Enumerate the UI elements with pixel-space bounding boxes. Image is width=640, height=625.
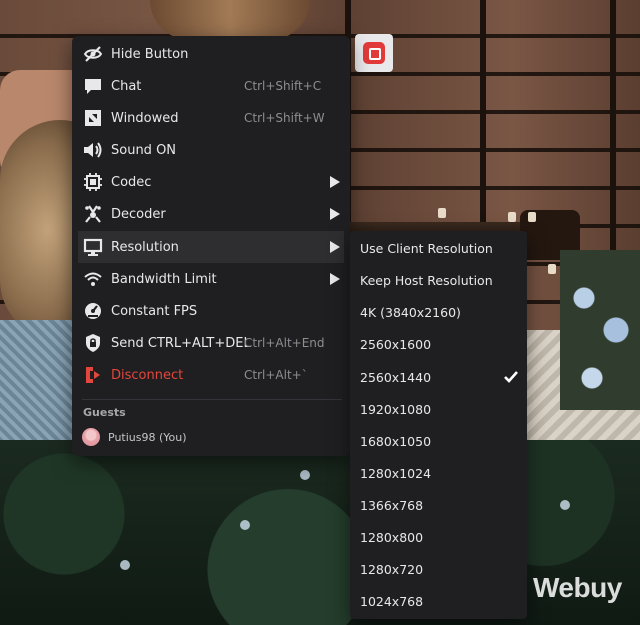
menu-item-decoder[interactable]: Decoder — [72, 198, 350, 230]
menu-item-label: Chat — [111, 78, 142, 94]
resolution-option-1366x768[interactable]: 1366x768 — [350, 489, 527, 521]
resolution-option-label: 4K (3840x2160) — [360, 304, 461, 320]
resolution-option-1920x1080[interactable]: 1920x1080 — [350, 393, 527, 425]
resolution-option-1680x1050[interactable]: 1680x1050 — [350, 425, 527, 457]
avatar — [82, 428, 100, 446]
gauge-icon — [82, 300, 104, 322]
menu-item-label: Windowed — [111, 110, 179, 126]
decoder-icon — [82, 203, 104, 225]
menu-item-disconnect[interactable]: Disconnect Ctrl+Alt+` — [72, 359, 350, 391]
menu-item-sound[interactable]: Sound ON — [72, 134, 350, 166]
menu-item-bandwidth-limit[interactable]: Bandwidth Limit — [72, 263, 350, 295]
menu-item-label: Send CTRL+ALT+DEL — [111, 335, 251, 351]
resolution-option-1280x720[interactable]: 1280x720 — [350, 553, 527, 585]
parsec-logo-icon — [363, 42, 385, 64]
submenu-arrow-icon — [330, 208, 340, 220]
guests-heading: Guests — [83, 406, 126, 419]
speaker-icon — [82, 139, 104, 161]
menu-item-shortcut: Ctrl+Shift+W — [244, 111, 325, 125]
menu-divider — [82, 399, 342, 400]
wifi-icon — [82, 268, 104, 290]
menu-item-resolution[interactable]: Resolution — [78, 231, 344, 263]
resolution-option-label: 1280x1024 — [360, 465, 432, 481]
tuning-peg — [528, 212, 536, 222]
flower-fleck — [120, 560, 130, 570]
menu-item-send-ctrl-alt-del[interactable]: Send CTRL+ALT+DEL Ctrl+Alt+End — [72, 327, 350, 359]
guest-name: Putius98 (You) — [108, 430, 187, 444]
menu-item-label: Bandwidth Limit — [111, 271, 217, 287]
tuning-peg — [438, 208, 446, 218]
resolution-option-1024x768[interactable]: 1024x768 — [350, 585, 527, 617]
submenu-arrow-icon — [330, 241, 340, 253]
watermark-logo: Webuy — [533, 572, 622, 603]
menu-item-label: Hide Button — [111, 46, 189, 62]
guest-entry[interactable]: Putius98 (You) — [82, 426, 187, 448]
menu-item-constant-fps[interactable]: Constant FPS — [72, 295, 350, 327]
resolution-option-1280x800[interactable]: 1280x800 — [350, 521, 527, 553]
resolution-option-label: 1280x720 — [360, 561, 424, 577]
tuning-peg — [508, 212, 516, 222]
menu-item-label: Codec — [111, 174, 152, 190]
chip-icon — [82, 171, 104, 193]
resolution-option-label: 2560x1600 — [360, 336, 432, 352]
menu-item-windowed[interactable]: Windowed Ctrl+Shift+W — [72, 102, 350, 134]
submenu-arrow-icon — [330, 176, 340, 188]
resolution-option-keep-host[interactable]: Keep Host Resolution — [350, 264, 527, 296]
windowed-icon — [82, 107, 104, 129]
menu-item-label: Sound ON — [111, 142, 177, 158]
resolution-option-label: 2560x1440 — [360, 369, 432, 385]
menu-item-label: Decoder — [111, 206, 166, 222]
overlay-menu: Hide Button Chat Ctrl+Shift+C Windowed C… — [72, 36, 350, 456]
disconnect-icon — [82, 364, 104, 386]
resolution-option-1280x1024[interactable]: 1280x1024 — [350, 457, 527, 489]
menu-item-label: Resolution — [111, 239, 179, 255]
resolution-option-4k[interactable]: 4K (3840x2160) — [350, 296, 527, 328]
resolution-option-label: 1280x800 — [360, 529, 424, 545]
menu-item-label: Disconnect — [111, 367, 184, 383]
resolution-option-2560x1440[interactable]: 2560x1440 — [350, 361, 527, 393]
tuning-peg — [548, 264, 556, 274]
flower-fleck — [560, 500, 570, 510]
resolution-option-label: Use Client Resolution — [360, 240, 493, 256]
menu-item-chat[interactable]: Chat Ctrl+Shift+C — [72, 70, 350, 102]
resolution-option-label: 1680x1050 — [360, 433, 432, 449]
menu-item-shortcut: Ctrl+Shift+C — [244, 79, 322, 93]
resolution-option-use-client[interactable]: Use Client Resolution — [350, 232, 527, 264]
resolution-option-label: Keep Host Resolution — [360, 272, 493, 288]
resolution-option-2560x1600[interactable]: 2560x1600 — [350, 328, 527, 360]
shield-lock-icon — [82, 332, 104, 354]
menu-item-codec[interactable]: Codec — [72, 166, 350, 198]
resolution-option-label: 1366x768 — [360, 497, 424, 513]
menu-item-label: Constant FPS — [111, 303, 198, 319]
resolution-submenu: Use Client Resolution Keep Host Resoluti… — [350, 231, 527, 619]
parsec-app-button[interactable] — [355, 34, 393, 72]
flower-fleck — [300, 470, 310, 480]
eye-slash-icon — [82, 43, 104, 65]
monitor-icon — [82, 236, 104, 258]
submenu-arrow-icon — [330, 273, 340, 285]
flowers — [560, 250, 640, 410]
checkmark-icon — [503, 369, 519, 385]
chat-bubble-icon — [82, 75, 104, 97]
resolution-option-label: 1024x768 — [360, 593, 424, 609]
resolution-option-label: 1920x1080 — [360, 401, 432, 417]
flower-fleck — [240, 520, 250, 530]
menu-item-shortcut: Ctrl+Alt+End — [244, 336, 325, 350]
menu-item-hide-button[interactable]: Hide Button — [72, 38, 350, 70]
person-hair — [150, 0, 310, 40]
menu-item-shortcut: Ctrl+Alt+` — [244, 368, 308, 382]
